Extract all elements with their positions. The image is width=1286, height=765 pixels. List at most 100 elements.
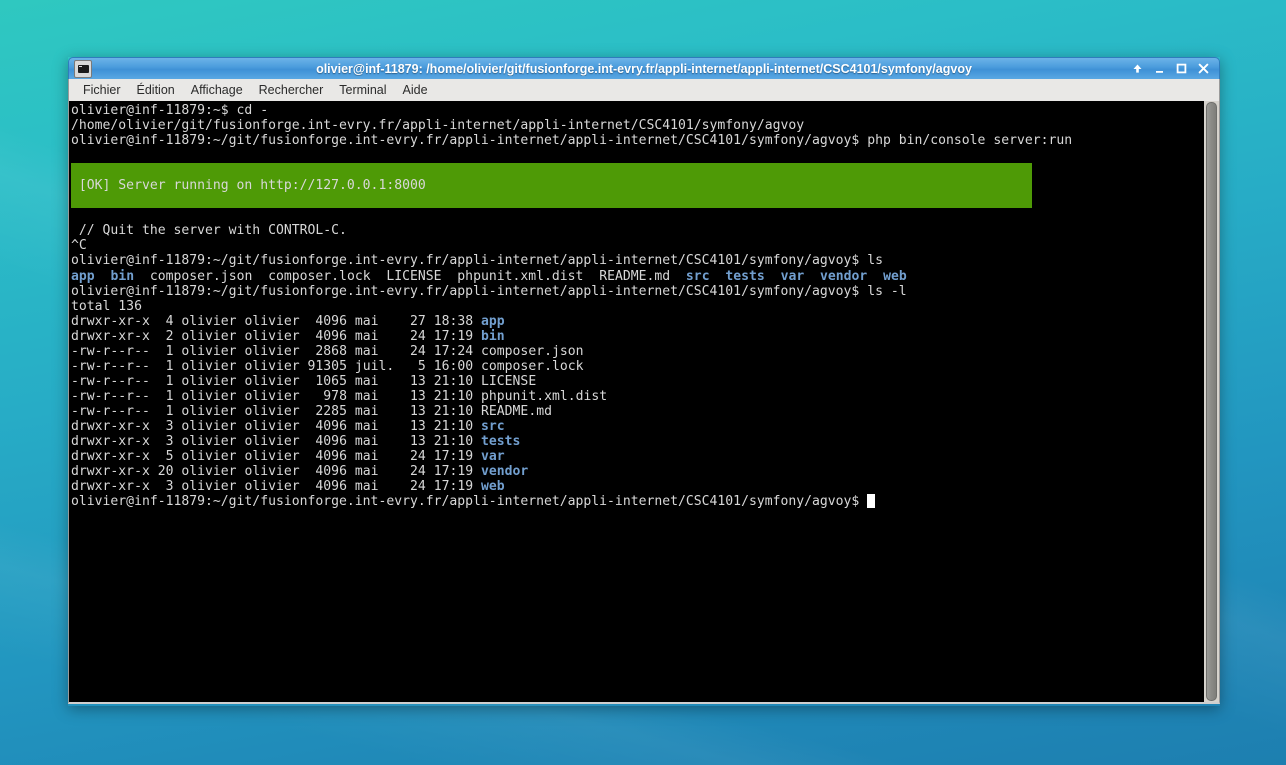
ls-long-listing: drwxr-xr-x 4 olivier olivier 4096 mai 27… <box>71 314 1203 495</box>
row-month: mai <box>354 403 403 419</box>
ls-separator <box>804 269 820 284</box>
menu-item-edition[interactable]: Édition <box>129 81 183 99</box>
terminal-line: olivier@inf-11879:~/git/fusionforge.int-… <box>71 253 883 269</box>
row-group: olivier <box>244 464 308 480</box>
listing-row: drwxr-xr-x 3 olivier olivier 4096 mai 24… <box>71 479 1203 494</box>
terminal-line: olivier@inf-11879:~$ cd - <box>71 103 269 118</box>
row-owner: olivier <box>181 388 245 404</box>
listing-row: -rw-r--r-- 1 olivier olivier 978 mai 13 … <box>71 389 1203 404</box>
close-button[interactable] <box>1197 62 1210 75</box>
row-day: 24 <box>402 328 434 344</box>
row-link-count: 2 <box>157 328 182 344</box>
row-day: 13 <box>402 403 434 419</box>
row-owner: olivier <box>181 479 245 495</box>
row-time: 17:19 <box>433 449 482 465</box>
row-permissions: -rw-r--r-- <box>71 388 158 404</box>
row-permissions: -rw-r--r-- <box>71 343 158 359</box>
row-owner: olivier <box>181 313 245 329</box>
row-day: 13 <box>402 434 434 450</box>
menu-item-affichage[interactable]: Affichage <box>183 81 251 99</box>
menu-bar: Fichier Édition Affichage Rechercher Ter… <box>68 79 1220 101</box>
row-size: 1065 <box>307 373 355 389</box>
row-name: src <box>481 418 505 434</box>
listing-row: drwxr-xr-x 5 olivier olivier 4096 mai 24… <box>71 449 1203 464</box>
row-name: composer.lock <box>481 358 584 374</box>
terminal-output[interactable]: olivier@inf-11879:~$ cd - /home/olivier/… <box>69 101 1203 702</box>
row-group: olivier <box>244 373 308 389</box>
row-permissions: drwxr-xr-x <box>71 479 158 495</box>
ls-separator <box>710 269 726 284</box>
listing-row: -rw-r--r-- 1 olivier olivier 2868 mai 24… <box>71 344 1203 359</box>
row-link-count: 3 <box>157 434 182 450</box>
row-owner: olivier <box>181 343 245 359</box>
row-link-count: 1 <box>157 388 182 404</box>
row-link-count: 3 <box>157 479 182 495</box>
row-name: composer.json <box>481 343 584 359</box>
prompt-text: olivier@inf-11879:~/git/fusionforge.int-… <box>71 494 868 510</box>
dir-name: src <box>685 268 710 284</box>
listing-row: -rw-r--r-- 1 olivier olivier 2285 mai 13… <box>71 404 1203 419</box>
row-group: olivier <box>244 403 308 419</box>
row-group: olivier <box>244 479 308 495</box>
row-time: 17:19 <box>433 479 482 495</box>
minimize-button[interactable] <box>1153 62 1166 75</box>
ls-files: composer.json composer.lock LICENSE phpu… <box>134 268 686 284</box>
row-month: mai <box>354 313 403 329</box>
terminal-icon <box>74 59 92 78</box>
banner-text: [OK] Server running on http://127.0.0.1:… <box>71 178 426 194</box>
row-size: 2285 <box>307 403 355 419</box>
row-name: tests <box>481 434 521 450</box>
row-size: 2868 <box>307 343 355 359</box>
row-time: 17:19 <box>433 464 482 480</box>
row-day: 13 <box>402 373 434 389</box>
row-size: 4096 <box>307 313 355 329</box>
row-owner: olivier <box>181 358 245 374</box>
listing-row: drwxr-xr-x 3 olivier olivier 4096 mai 13… <box>71 434 1203 449</box>
menu-item-aide[interactable]: Aide <box>395 81 436 99</box>
row-day: 24 <box>402 449 434 465</box>
menu-item-fichier[interactable]: Fichier <box>75 81 129 99</box>
row-group: olivier <box>244 418 308 434</box>
row-time: 18:38 <box>433 313 482 329</box>
scrollbar-thumb[interactable] <box>1206 102 1217 701</box>
row-owner: olivier <box>181 418 245 434</box>
row-link-count: 1 <box>157 343 182 359</box>
row-month: mai <box>354 418 403 434</box>
row-day: 13 <box>402 418 434 434</box>
row-name: app <box>481 313 505 329</box>
row-time: 16:00 <box>433 358 482 374</box>
listing-row: drwxr-xr-x 2 olivier olivier 4096 mai 24… <box>71 329 1203 344</box>
menu-item-rechercher[interactable]: Rechercher <box>251 81 332 99</box>
row-link-count: 1 <box>157 403 182 419</box>
dir-name: vendor <box>820 268 868 284</box>
menu-item-terminal[interactable]: Terminal <box>331 81 394 99</box>
text-cursor <box>867 494 876 509</box>
shade-button[interactable] <box>1131 62 1144 75</box>
row-permissions: drwxr-xr-x <box>71 328 158 344</box>
dir-name: bin <box>110 268 135 284</box>
row-permissions: drwxr-xr-x <box>71 449 158 465</box>
terminal-line: /home/olivier/git/fusionforge.int-evry.f… <box>71 118 805 134</box>
dir-name: tests <box>725 268 765 284</box>
listing-row: -rw-r--r-- 1 olivier olivier 1065 mai 13… <box>71 374 1203 389</box>
row-day: 13 <box>402 388 434 404</box>
window-titlebar[interactable]: olivier@inf-11879: /home/olivier/git/fus… <box>68 57 1220 79</box>
ls-separator <box>765 269 781 284</box>
terminal-scrollbar[interactable] <box>1203 101 1219 702</box>
row-link-count: 3 <box>157 418 182 434</box>
ls-separator <box>95 269 111 284</box>
row-size: 4096 <box>307 328 355 344</box>
dir-name: app <box>71 268 95 284</box>
row-time: 21:10 <box>433 403 482 419</box>
row-owner: olivier <box>181 373 245 389</box>
row-owner: olivier <box>181 449 245 465</box>
row-permissions: drwxr-xr-x <box>71 313 158 329</box>
row-owner: olivier <box>181 403 245 419</box>
row-day: 27 <box>402 313 434 329</box>
terminal-prompt-line: olivier@inf-11879:~/git/fusionforge.int-… <box>71 494 1203 509</box>
row-month: mai <box>354 388 403 404</box>
maximize-button[interactable] <box>1175 62 1188 75</box>
listing-row: -rw-r--r-- 1 olivier olivier 91305 juil.… <box>71 359 1203 374</box>
row-name: phpunit.xml.dist <box>481 388 608 404</box>
